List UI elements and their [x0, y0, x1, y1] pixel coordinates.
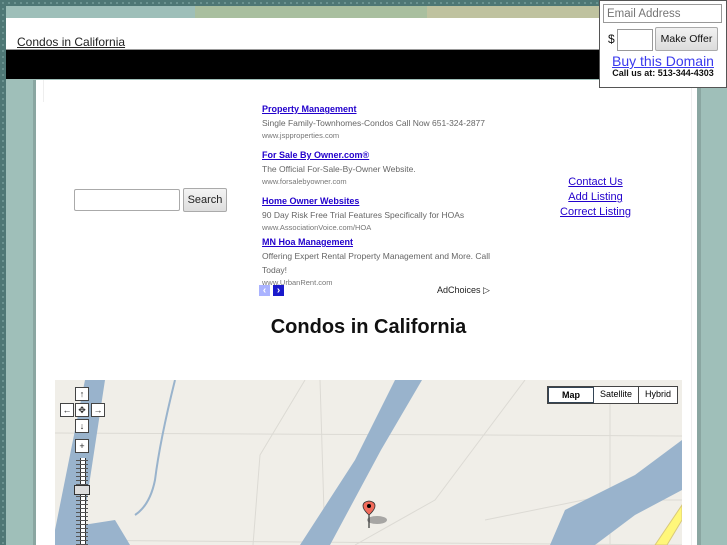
email-field[interactable] [603, 4, 722, 23]
adchoices-link[interactable]: AdChoices ▷ [437, 285, 490, 296]
map-type-control: Map Satellite Hybrid [546, 386, 678, 404]
correct-listing-link[interactable]: Correct Listing [548, 205, 643, 220]
map-canvas [55, 380, 682, 545]
ad-url: www.AssociationVoice.com/HOA [262, 223, 372, 232]
zoom-slider-handle[interactable] [74, 485, 90, 495]
page-title: Condos in California [270, 316, 467, 338]
map-type-map-button[interactable]: Map [547, 387, 594, 403]
content-shadow-right [697, 80, 701, 545]
header-stripe [195, 6, 427, 18]
zoom-slider-tick [76, 508, 88, 511]
contact-us-link[interactable]: Contact Us [548, 175, 643, 190]
pan-center-button[interactable]: ✥ [75, 403, 89, 417]
ad-item: MN Hoa Management Offering Expert Rental… [262, 235, 492, 288]
zoom-slider-tick [76, 512, 88, 515]
marker-shadow [367, 516, 387, 524]
zoom-slider-tick [76, 532, 88, 535]
site-home-link[interactable]: Condos in California [17, 35, 125, 49]
ad-description: Offering Expert Rental Property Manageme… [262, 251, 491, 275]
ad-description: The Official For-Sale-By-Owner Website. [262, 164, 416, 174]
marker-dot [367, 504, 371, 508]
zoom-slider-tick [76, 504, 88, 507]
divider [691, 80, 692, 545]
zoom-slider-tick [76, 540, 88, 543]
ad-next-button[interactable]: › [273, 285, 284, 296]
ad-title-link[interactable]: Home Owner Websites [262, 194, 464, 208]
pan-right-button[interactable]: → [91, 403, 105, 417]
ad-item: Property Management Single Family-Townho… [262, 102, 485, 141]
map[interactable]: ↑ ← ✥ → ↓ + Map Satellite Hybrid [55, 380, 682, 545]
ad-description: 90 Day Risk Free Trial Features Specific… [262, 210, 465, 220]
ad-url: www.jspproperties.com [262, 131, 340, 140]
map-stream [134, 380, 176, 516]
side-links: Contact Us Add Listing Correct Listing [548, 175, 643, 220]
offer-amount-input[interactable] [617, 29, 653, 51]
ad-prev-button[interactable]: ‹ [259, 285, 270, 296]
zoom-slider-tick [76, 520, 88, 523]
zoom-slider-tick [76, 464, 88, 467]
header-stripe [6, 6, 195, 18]
map-type-hybrid-button[interactable]: Hybrid [638, 387, 677, 403]
domain-offer-box: $ Make Offer Buy this Domain Call us at:… [599, 0, 727, 88]
search-button[interactable]: Search [183, 188, 227, 212]
adchoices-icon: ▷ [483, 285, 490, 295]
pan-left-button[interactable]: ← [60, 403, 74, 417]
ad-url: www.forsalebyowner.com [262, 177, 347, 186]
zoom-slider-tick [76, 468, 88, 471]
adchoices-label: AdChoices [437, 285, 481, 295]
zoom-slider-tick [76, 496, 88, 499]
map-type-satellite-button[interactable]: Satellite [593, 387, 639, 403]
ad-description: Single Family-Townhomes-Condos Call Now … [262, 118, 485, 128]
zoom-slider-tick [76, 476, 88, 479]
zoom-slider-tick [76, 524, 88, 527]
search-input[interactable] [74, 189, 180, 211]
zoom-in-button[interactable]: + [75, 439, 89, 453]
ad-title-link[interactable]: For Sale By Owner.com® [262, 148, 416, 162]
ad-title-link[interactable]: Property Management [262, 102, 485, 116]
call-us-text: Call us at: 513-344-4303 [612, 68, 714, 78]
buy-domain-link[interactable]: Buy this Domain [600, 53, 726, 69]
ad-item: For Sale By Owner.com® The Official For-… [262, 148, 416, 187]
divider [43, 80, 44, 102]
zoom-slider-tick [76, 536, 88, 539]
add-listing-link[interactable]: Add Listing [548, 190, 643, 205]
map-water [300, 380, 422, 545]
ad-title-link[interactable]: MN Hoa Management [262, 235, 492, 249]
map-marker [362, 500, 387, 528]
currency-label: $ [608, 32, 615, 46]
ad-item: Home Owner Websites 90 Day Risk Free Tri… [262, 194, 464, 233]
map-street [252, 380, 306, 545]
zoom-slider-tick [76, 516, 88, 519]
zoom-slider-tick [76, 472, 88, 475]
map-water [550, 440, 682, 545]
zoom-slider-tick [76, 460, 88, 463]
zoom-slider-tick [76, 480, 88, 483]
pan-down-button[interactable]: ↓ [75, 419, 89, 433]
zoom-slider-tick [76, 500, 88, 503]
map-highway [654, 504, 682, 545]
make-offer-button[interactable]: Make Offer [655, 27, 718, 51]
pan-up-button[interactable]: ↑ [75, 387, 89, 401]
zoom-slider-tick [76, 528, 88, 531]
